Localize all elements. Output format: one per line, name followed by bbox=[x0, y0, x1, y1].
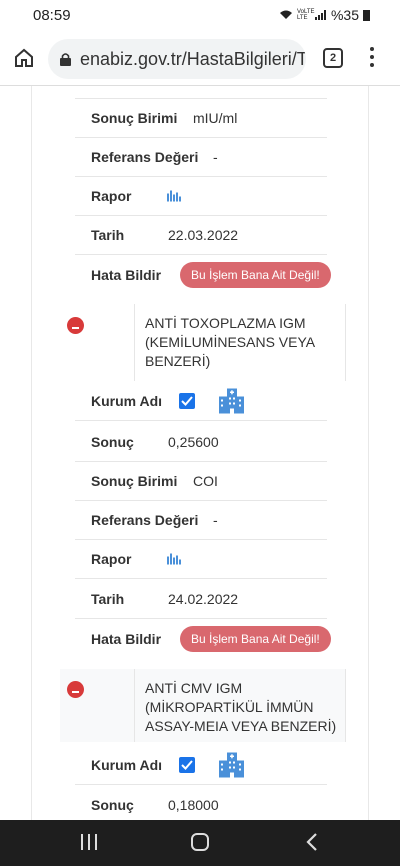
address-bar[interactable]: enabiz.gov.tr/HastaBilgileri/T bbox=[48, 39, 306, 79]
back-icon[interactable] bbox=[305, 832, 319, 852]
date-label: Tarih bbox=[91, 591, 125, 607]
test-header[interactable]: ANTİ TOXOPLAZMA IGM (KEMİLUMİNESANS VEYA… bbox=[60, 304, 346, 381]
result-label: Sonuç bbox=[91, 797, 134, 813]
unit-label: Sonuç Birimi bbox=[91, 473, 178, 489]
unit-value: COI bbox=[193, 473, 218, 489]
reference-value: - bbox=[213, 149, 218, 165]
test-results-list: Sonuç Birimi mIU/ml Referans Değeri - Ra… bbox=[0, 86, 400, 820]
signal-icon bbox=[314, 10, 326, 20]
browser-toolbar: enabiz.gov.tr/HastaBilgileri/T 2 bbox=[0, 32, 400, 86]
unit-value: mIU/ml bbox=[193, 110, 238, 126]
home-button-icon[interactable] bbox=[191, 833, 209, 851]
report-row: Rapor bbox=[75, 540, 327, 579]
result-value: 0,25600 bbox=[168, 434, 219, 450]
wifi-icon bbox=[279, 10, 292, 19]
battery-percent: %35 bbox=[330, 7, 359, 23]
reference-row: Referans Değeri - bbox=[75, 501, 327, 540]
not-mine-button[interactable]: Bu İşlem Bana Ait Değil! bbox=[180, 625, 331, 652]
result-row: Sonuç 0,18000 bbox=[75, 786, 327, 820]
report-row: Rapor bbox=[75, 177, 327, 216]
institution-checkbox[interactable] bbox=[179, 757, 195, 773]
report-chart-icon[interactable] bbox=[167, 190, 181, 202]
overflow-menu-icon[interactable] bbox=[369, 47, 375, 69]
recent-apps-icon[interactable] bbox=[80, 834, 98, 850]
battery-icon bbox=[363, 9, 370, 21]
report-error-row: Hata Bildir Bu İşlem Bana Ait Değil! bbox=[75, 255, 331, 294]
report-error-label: Hata Bildir bbox=[91, 266, 162, 283]
url-text: enabiz.gov.tr/HastaBilgileri/T bbox=[80, 49, 306, 69]
date-value: 24.02.2022 bbox=[168, 591, 239, 607]
result-value: 0,18000 bbox=[168, 797, 219, 813]
collapse-icon[interactable] bbox=[67, 317, 84, 334]
date-value: 22.03.2022 bbox=[168, 227, 239, 243]
result-row: Sonuç 0,25600 bbox=[75, 423, 327, 462]
hospital-building-icon[interactable] bbox=[218, 752, 245, 779]
report-chart-icon[interactable] bbox=[167, 553, 181, 565]
not-mine-button[interactable]: Bu İşlem Bana Ait Değil! bbox=[180, 261, 331, 288]
result-label: Sonuç bbox=[91, 434, 134, 450]
report-error-row: Hata Bildir Bu İşlem Bana Ait Değil! bbox=[75, 619, 331, 658]
date-row: Tarih 24.02.2022 bbox=[75, 580, 327, 619]
home-icon[interactable] bbox=[13, 47, 35, 69]
test-name: ANTİ CMV IGM (MİKROPARTİKÜL İMMÜN ASSAY-… bbox=[134, 669, 346, 742]
date-label: Tarih bbox=[91, 227, 125, 243]
institution-label: Kurum Adı bbox=[91, 393, 163, 409]
reference-label: Referans Değeri bbox=[91, 512, 199, 528]
unit-row: Sonuç Birimi mIU/ml bbox=[75, 99, 327, 138]
result-row-partial bbox=[75, 86, 327, 99]
unit-row: Sonuç Birimi COI bbox=[75, 462, 327, 501]
institution-row: Kurum Adı bbox=[75, 746, 327, 785]
reference-label: Referans Değeri bbox=[91, 149, 199, 165]
unit-label: Sonuç Birimi bbox=[91, 110, 178, 126]
hospital-building-icon[interactable] bbox=[218, 388, 245, 415]
android-nav-bar bbox=[0, 820, 400, 866]
test-header[interactable]: ANTİ CMV IGM (MİKROPARTİKÜL İMMÜN ASSAY-… bbox=[60, 669, 346, 742]
institution-label: Kurum Adı bbox=[91, 757, 163, 773]
lock-icon bbox=[60, 53, 71, 66]
test-name: ANTİ TOXOPLAZMA IGM (KEMİLUMİNESANS VEYA… bbox=[134, 304, 346, 381]
collapse-icon[interactable] bbox=[67, 681, 84, 698]
tab-switcher-button[interactable]: 2 bbox=[323, 48, 343, 68]
report-error-label: Hata Bildir bbox=[91, 630, 162, 647]
reference-row: Referans Değeri - bbox=[75, 138, 327, 177]
network-label: VoLTE LTE bbox=[296, 9, 315, 21]
report-label: Rapor bbox=[91, 188, 132, 204]
institution-row: Kurum Adı bbox=[75, 382, 327, 421]
reference-value: - bbox=[213, 512, 218, 528]
status-icons: VoLTE LTE %35 bbox=[279, 7, 370, 23]
status-bar: 08:59 VoLTE LTE %35 bbox=[0, 0, 400, 32]
date-row: Tarih 22.03.2022 bbox=[75, 216, 327, 255]
report-label: Rapor bbox=[91, 551, 132, 567]
institution-checkbox[interactable] bbox=[179, 393, 195, 409]
status-time: 08:59 bbox=[33, 7, 71, 24]
